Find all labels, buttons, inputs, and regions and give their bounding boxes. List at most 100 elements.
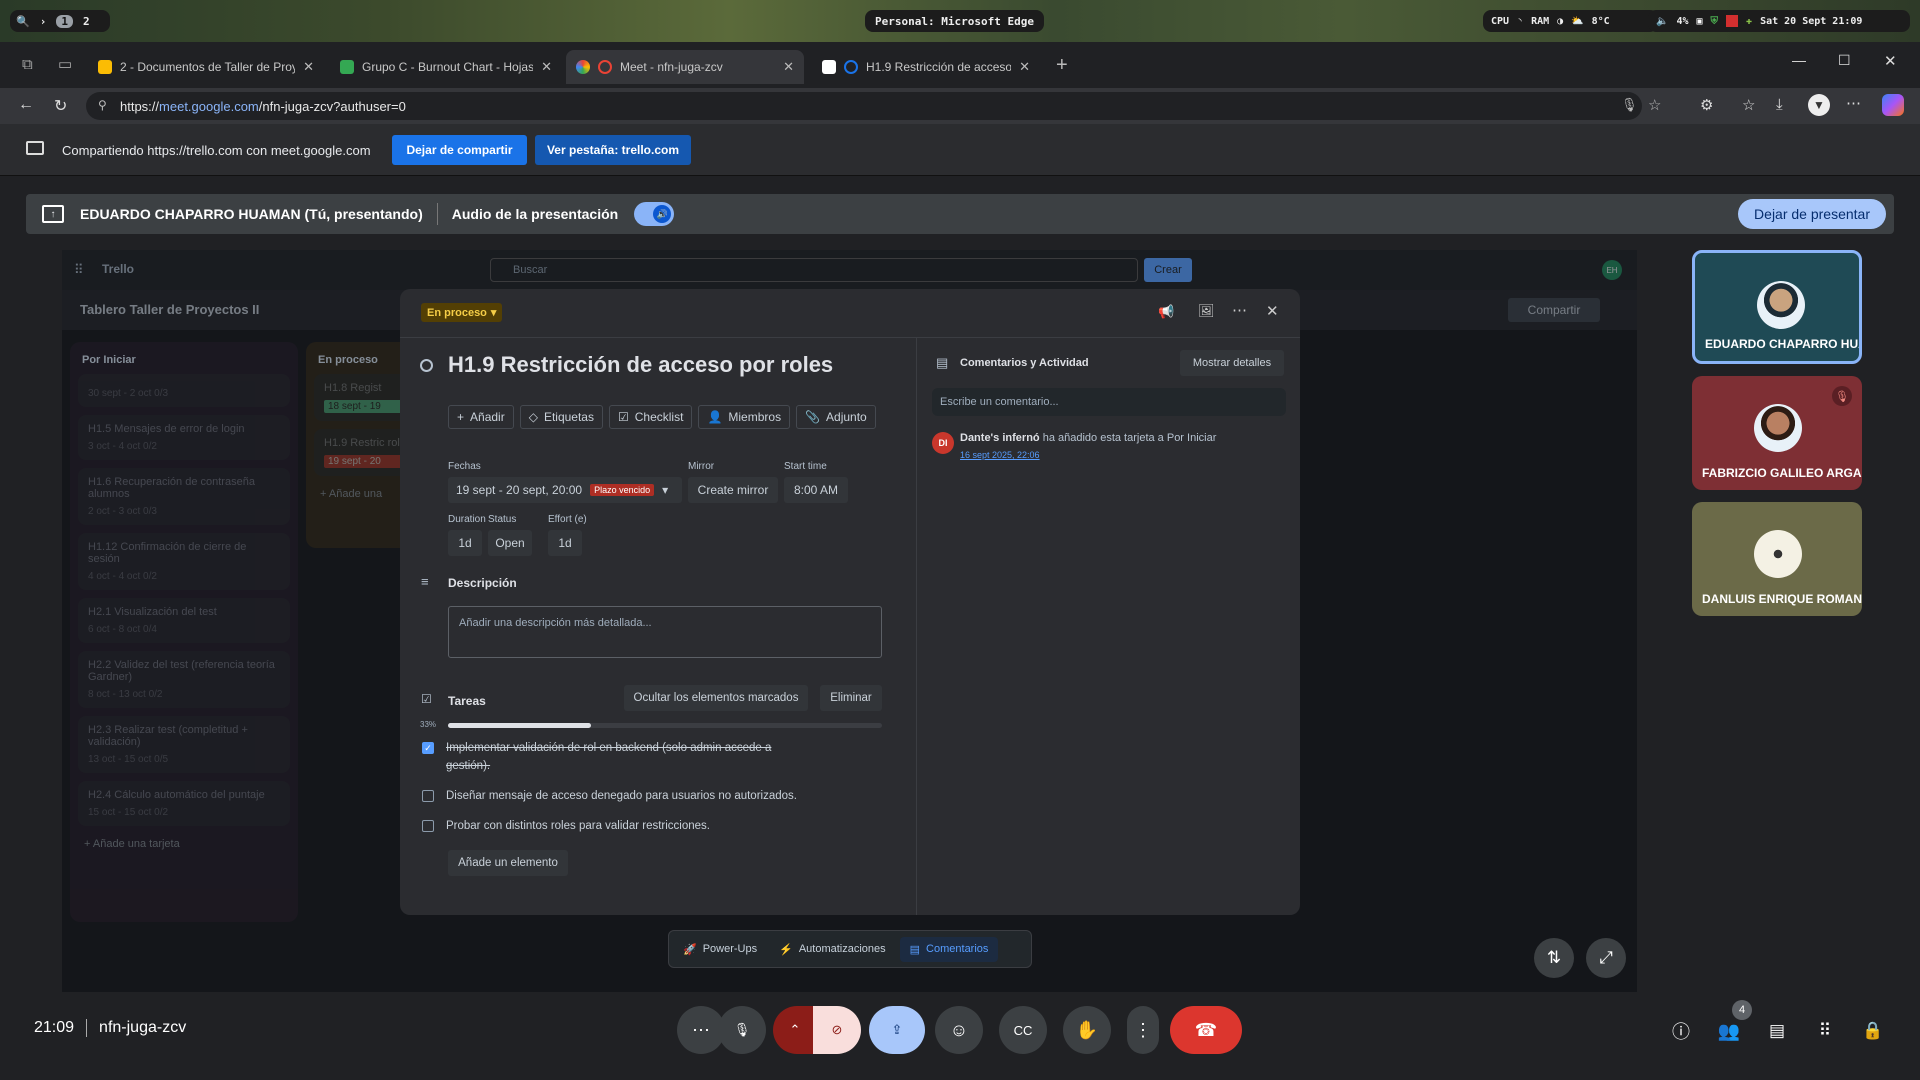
labels-button[interactable]: ◇ Etiquetas [519,405,603,429]
card-title[interactable]: H1.9 Restricción de acceso por roles [448,352,833,378]
stop-presenting-button[interactable]: Dejar de presentar [1738,199,1886,229]
tab-trello-card[interactable]: H1.9 Restricción de acceso p ✕ [812,50,1040,84]
people-icon[interactable]: 👥 4 [1716,1000,1752,1044]
list-item[interactable]: H2.2 Validez del test (referencia teoría… [78,651,290,708]
presentation-audio-toggle[interactable]: 🔊 [634,202,675,226]
status-dropdown[interactable]: En proceso ▾ [421,303,503,322]
stop-sharing-button[interactable]: Dejar de compartir [392,135,527,165]
status-field[interactable]: Open [488,530,532,556]
add-card-button[interactable]: + Añade una tarjeta [70,834,298,854]
swap-layout-icon[interactable]: ⇅ [1534,938,1574,978]
trello-search[interactable]: Buscar [490,258,1138,282]
apps-grid-icon[interactable]: ⠿ [74,262,84,278]
powerups-button[interactable]: 🚀 Power-Ups [675,943,765,956]
minimize-icon[interactable]: — [1792,52,1806,68]
show-details-button[interactable]: Mostrar detalles [1180,350,1284,376]
view-tab-button[interactable]: Ver pestaña: trello.com [535,135,691,165]
more-icon[interactable]: ⋯ [1846,94,1861,112]
tab-burnout-chart[interactable]: Grupo C - Burnout Chart - Hojas ✕ [330,50,562,84]
more-actions-button[interactable]: ⋮ [1127,1006,1159,1054]
duration-field[interactable]: 1d [448,530,482,556]
tab-actions-icon[interactable]: ▭ [58,55,72,73]
members-button[interactable]: 👤 Miembros [698,405,791,429]
create-button[interactable]: Crear [1144,258,1192,282]
tab-documentos[interactable]: 2 - Documentos de Taller de Proy ✕ [88,50,324,84]
camera-options-button[interactable]: ⌃ [773,1006,817,1054]
profile-icon[interactable]: ▼ [1808,94,1830,116]
add-item-button[interactable]: Añade un elemento [448,850,568,876]
downloads-icon[interactable]: ⤓ [1776,96,1783,113]
delete-checklist-button[interactable]: Eliminar [820,685,882,711]
list-item[interactable]: H1.12 Confirmación de cierre de sesión 4 … [78,533,290,590]
activity-avatar[interactable]: DI [932,432,954,454]
favorites-icon[interactable]: ☆ [1742,96,1755,114]
comment-input[interactable]: Escribe un comentario... [932,388,1286,416]
address-input[interactable]: ⚲ https://meet.google.com/nfn-juga-zcv?a… [86,92,1661,120]
checkbox[interactable] [422,790,434,802]
list-item[interactable]: 30 sept - 2 oct 0/3 [78,374,290,407]
participant-tile[interactable]: EDUARDO CHAPARRO HUA... [1692,250,1862,364]
chevron-right-icon[interactable]: › [40,15,47,28]
close-icon[interactable]: ✕ [783,59,794,75]
attachment-button[interactable]: 📎 Adjunto [796,405,876,429]
meeting-details-icon[interactable]: ⓘ [1668,1018,1694,1044]
board-title[interactable]: Tablero Taller de Proyectos II [80,302,259,317]
list-item[interactable]: H2.1 Visualización del test 6 oct - 8 oct… [78,598,290,643]
activity-timestamp[interactable]: 16 sept 2025, 22:06 [960,450,1040,460]
tab-meet[interactable]: Meet - nfn-juga-zcv ✕ [566,50,804,84]
close-window-icon[interactable]: ✕ [1884,52,1897,70]
workspaces-icon[interactable]: ⧉ [22,56,33,73]
create-mirror-button[interactable]: Create mirror [688,477,778,503]
volume-icon[interactable]: 🔈 [1656,16,1668,27]
checkbox[interactable] [422,820,434,832]
cover-image-icon[interactable]: 🖼 [1198,303,1215,319]
bookmark-star-icon[interactable]: ☆ [1648,96,1661,114]
close-icon[interactable]: ✕ [1019,59,1030,75]
activities-icon[interactable]: ⠿ [1812,1018,1838,1044]
maximize-icon[interactable]: ☐ [1838,52,1851,69]
app-green-icon[interactable]: ✚ [1746,16,1752,27]
extensions-icon[interactable]: ⚙ [1700,96,1713,114]
list-item[interactable]: H1.5 Mensajes de error de login 3 oct - 4… [78,415,290,460]
host-controls-icon[interactable]: 🔒 [1860,1018,1886,1044]
activity-author[interactable]: Dante's infernó [960,432,1040,444]
raise-hand-button[interactable]: ✋ [1063,1006,1111,1054]
camera-button[interactable]: ⊘ [813,1006,861,1054]
close-icon[interactable]: ✕ [303,59,314,75]
workspace-switcher[interactable]: 🔍 › 1 2 [10,10,110,32]
user-avatar[interactable]: EH [1602,260,1622,280]
list-item[interactable]: H1.6 Recuperación de contraseña alumnos 2… [78,468,290,525]
leave-call-button[interactable]: ☎ [1170,1006,1242,1054]
trello-logo[interactable]: Trello [102,262,134,276]
checklist-item[interactable]: Diseñar mensaje de acceso denegado para … [422,787,797,805]
copilot-icon[interactable] [1882,94,1904,116]
microphone-icon[interactable]: 🎙 [1621,97,1638,113]
site-info-icon[interactable]: ⚲ [98,98,107,112]
chat-icon[interactable]: ▤ [1764,1018,1790,1044]
workspace-1[interactable]: 1 [56,14,73,28]
add-button[interactable]: + Añadir [448,405,514,429]
complete-toggle[interactable] [420,359,433,372]
close-modal-icon[interactable]: ✕ [1266,302,1279,320]
workspace-2[interactable]: 2 [83,15,90,28]
hide-checked-button[interactable]: Ocultar los elementos marcados [624,685,808,711]
dates-field[interactable]: 19 sept - 20 sept, 20:00 Plazo vencido ▾ [448,477,682,503]
new-tab-icon[interactable]: + [1056,54,1068,77]
app-red-icon[interactable] [1726,15,1739,27]
fullscreen-icon[interactable]: ⤢ [1586,938,1626,978]
captions-button[interactable]: CC [999,1006,1047,1054]
back-icon[interactable]: ← [18,96,34,114]
participant-tile[interactable]: 🎙 FABRIZCIO GALILEO ARGAN... [1692,376,1862,490]
automations-button[interactable]: ⚡ Automatizaciones [771,943,894,956]
search-icon[interactable]: 🔍 [16,15,30,28]
reload-icon[interactable]: ↻ [54,96,67,116]
megaphone-icon[interactable]: 📢 [1158,304,1174,320]
comments-tab-button[interactable]: ▤ Comentarios [899,936,999,962]
shield-icon[interactable]: ⛨ [1711,16,1719,27]
participant-tile[interactable]: DANLUIS ENRIQUE ROMANI ... [1692,502,1862,616]
checklist-item[interactable]: ✓ Implementar validación de rol en backe… [422,739,882,775]
close-icon[interactable]: ✕ [541,59,552,75]
reactions-button[interactable]: ☺ [935,1006,983,1054]
description-input[interactable]: Añadir una descripción más detallada... [448,606,882,658]
present-screen-button[interactable]: ⇪ [869,1006,925,1054]
